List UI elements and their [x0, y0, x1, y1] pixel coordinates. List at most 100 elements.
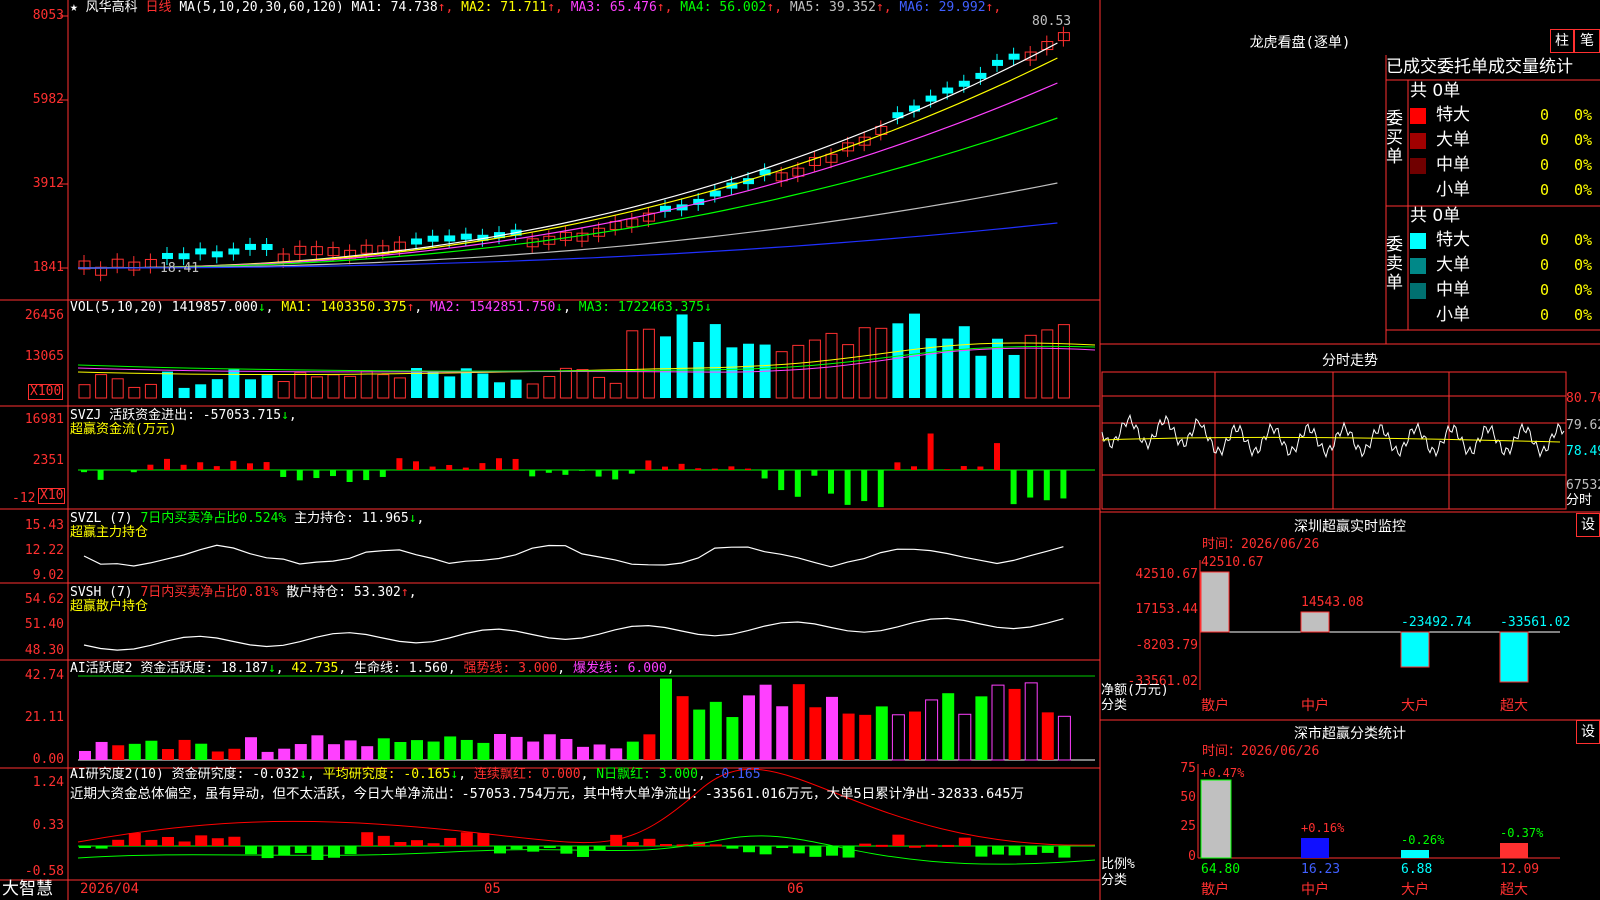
kline-header: ★ 风华高科 日线 MA(5,10,20,30,60,120) MA1: 74.… — [70, 1, 1001, 15]
svsh-subtitle: 超赢散户持仓 — [70, 599, 149, 614]
order-percent: 0% — [1574, 131, 1593, 149]
order-count: 0 — [1540, 106, 1550, 124]
volume-bar — [277, 381, 290, 399]
research-bar — [1025, 846, 1038, 855]
activity-bar — [444, 736, 457, 760]
ai2-axis-tick: 1.24 — [32, 775, 64, 790]
pct-label: -0.26% — [1401, 833, 1445, 847]
order-size-name: 中单 — [1436, 280, 1470, 300]
volume-bar — [593, 376, 606, 399]
volume-bar — [128, 386, 141, 399]
ai1-burst: 爆发线: 6.000 — [572, 661, 667, 676]
volume-bar — [543, 375, 556, 399]
activity-bar — [377, 738, 390, 760]
fund-bar — [927, 433, 934, 470]
research-bar — [726, 846, 739, 849]
research-bar — [228, 836, 241, 846]
research-bar — [593, 846, 606, 851]
fund-bar — [479, 463, 486, 470]
fund-bar — [662, 466, 668, 470]
period-label[interactable]: 日线 — [146, 0, 172, 15]
ai1-header: AI活跃度2 资金活跃度: 18.187↓, 42.735, 生命线: 1.56… — [70, 661, 675, 676]
arrow-up-icon: ↑, — [656, 0, 673, 15]
star-icon: ★ — [70, 0, 78, 15]
order-percent: 0% — [1574, 156, 1593, 174]
stat-xlabel: 分类 — [1101, 873, 1128, 888]
research-bar — [245, 846, 257, 855]
svzj-axis-tick: -12 — [12, 491, 36, 506]
sz-settings-button[interactable]: 设 — [1576, 513, 1600, 537]
fund-bar — [994, 443, 1000, 470]
fund-bar — [97, 470, 104, 480]
fund-bar — [595, 470, 602, 477]
ma-value: MA3: 65.476 — [562, 0, 657, 15]
volume-bar — [261, 375, 273, 398]
fund-bar — [1060, 470, 1067, 499]
svzl-value: 主力持仓: 11.965 — [294, 511, 409, 526]
activity-bar — [942, 693, 955, 760]
activity-bar — [394, 741, 407, 760]
research-bar — [925, 844, 938, 847]
volume-bar — [393, 377, 406, 399]
vol-title: VOL(5,10,20) — [70, 300, 164, 315]
research-bar — [875, 844, 888, 847]
order-percent: 0% — [1574, 306, 1593, 324]
volume-bar — [676, 314, 688, 398]
fund-bar — [313, 470, 320, 479]
activity-bar — [178, 739, 191, 760]
ma-line — [78, 42, 1058, 269]
svzj-header: SVZJ 活跃资金进出: -57053.715↓, — [70, 408, 297, 423]
volume-bar — [726, 347, 738, 398]
brand-label[interactable]: 大智慧 — [2, 880, 53, 898]
volume-bar — [360, 370, 373, 399]
fund-bar — [811, 470, 818, 476]
vol-ma2: MA2: 1542851.750 — [430, 300, 556, 315]
flow-bar — [1200, 571, 1230, 633]
bar-mode-button[interactable]: 柱 — [1550, 29, 1574, 53]
sz-xlabel: 分类 — [1101, 698, 1128, 713]
ma-value: MA4: 56.002 — [672, 0, 767, 15]
ai1-strong: 强势线: 3.000 — [463, 661, 558, 676]
sz-ylabel: 净额(万元) — [1101, 683, 1169, 698]
ai2-axis-tick: 0.33 — [32, 818, 64, 833]
date-label: 06 — [787, 881, 804, 897]
order-size-name: 小单 — [1436, 180, 1470, 200]
stat-settings-button[interactable]: 设 — [1576, 720, 1600, 744]
intraday-axis-tick: 79.62 — [1566, 418, 1600, 433]
activity-bar — [792, 684, 805, 760]
vol-header: VOL(5,10,20) 1419857.000↓, MA1: 1403350.… — [70, 300, 712, 315]
volume-bar — [245, 379, 256, 398]
activity-bar — [95, 741, 108, 760]
activity-bar — [891, 714, 905, 761]
order-size-name: 大单 — [1436, 255, 1470, 275]
fund-bar — [545, 470, 552, 473]
fund-bar — [944, 469, 951, 470]
share-bar — [1500, 843, 1528, 858]
holding-line — [83, 544, 1064, 568]
order-size-name: 大单 — [1436, 130, 1470, 150]
stock-name[interactable]: 风华高科 — [86, 0, 138, 15]
order-count: 0 — [1540, 156, 1550, 174]
volume-bar — [743, 343, 754, 398]
ma-value: MA1: 74.738 — [351, 0, 438, 15]
svzj-axis-tick: 16981 — [24, 412, 64, 427]
pct-label: +0.47% — [1201, 766, 1245, 780]
activity-bar — [975, 696, 988, 760]
avg-price-line — [1101, 436, 1561, 443]
tick-mode-button[interactable]: 笔 — [1574, 29, 1600, 53]
activity-bar — [776, 706, 789, 760]
fund-bar — [446, 464, 453, 470]
svzj-value: 活跃资金进出: -57053.715 — [109, 408, 282, 423]
candle-body — [975, 72, 987, 79]
chart-canvas[interactable]: 42510.67 14543.08 -23492.74 -33561.02 +0.47%… — [0, 0, 1600, 900]
stat-axis-tick: 25 — [1180, 819, 1196, 834]
pct-label: -0.37% — [1500, 826, 1544, 840]
research-bar — [95, 846, 108, 849]
stat-ylabel: 比例% — [1101, 857, 1135, 872]
research-bar — [942, 844, 955, 847]
fund-bar — [346, 470, 353, 482]
arrow-down-icon: ↓ — [450, 767, 459, 782]
vol-ma1: MA1: 1403350.375 — [281, 300, 407, 315]
fund-bar — [213, 466, 220, 470]
fund-bar — [911, 466, 917, 470]
